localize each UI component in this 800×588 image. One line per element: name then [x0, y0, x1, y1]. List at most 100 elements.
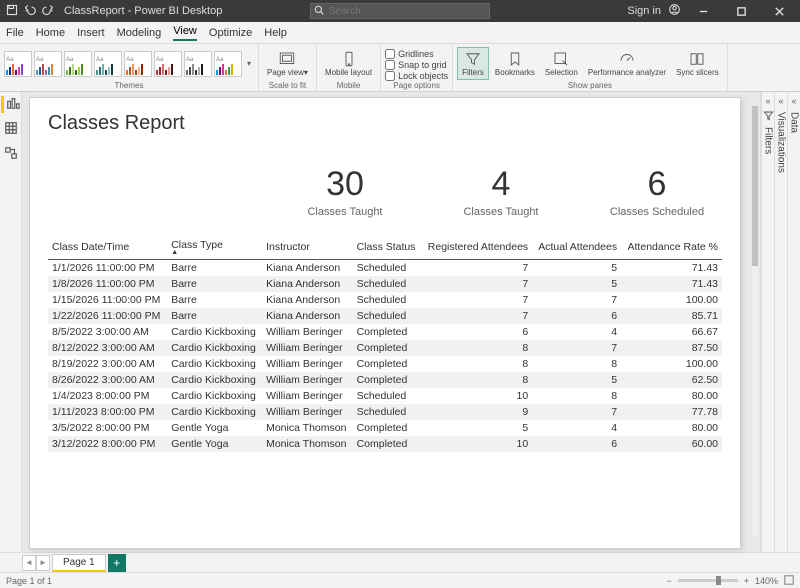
data-pane-collapsed[interactable]: « Data — [787, 92, 800, 552]
table-cell: Scheduled — [353, 404, 422, 420]
table-row[interactable]: 3/5/2022 8:00:00 PMGentle YogaMonica Tho… — [48, 420, 722, 436]
redo-icon[interactable] — [42, 4, 54, 19]
undo-icon[interactable] — [24, 4, 36, 19]
table-cell: Completed — [353, 372, 422, 388]
column-header[interactable]: Instructor — [262, 236, 353, 259]
theme-swatch[interactable]: Aa — [184, 51, 212, 77]
table-row[interactable]: 1/15/2026 11:00:00 PMBarreKiana Anderson… — [48, 292, 722, 308]
zoom-in-icon[interactable]: + — [744, 576, 749, 586]
table-cell: William Beringer — [262, 388, 353, 404]
table-cell: 5 — [532, 276, 621, 292]
performance-button[interactable]: Performance analyzer — [584, 48, 670, 80]
page-tab-1[interactable]: Page 1 — [52, 554, 106, 572]
column-header[interactable]: Class Type▲ — [167, 236, 262, 259]
menu-file[interactable]: File — [6, 27, 24, 39]
menu-home[interactable]: Home — [36, 27, 65, 39]
data-view-icon[interactable] — [4, 121, 18, 138]
table-cell: 6 — [532, 308, 621, 324]
page-view-button[interactable]: Page view▾ — [263, 48, 312, 80]
table-cell: Completed — [353, 340, 422, 356]
table-cell: 8/19/2022 3:00:00 AM — [48, 356, 167, 372]
search-input[interactable] — [310, 3, 490, 19]
theme-swatch[interactable]: Aa — [124, 51, 152, 77]
table-cell: 6 — [532, 436, 621, 452]
table-row[interactable]: 1/8/2026 11:00:00 PMBarreKiana AndersonS… — [48, 276, 722, 292]
kpi-card[interactable]: 6Classes Scheduled — [602, 165, 712, 218]
table-row[interactable]: 1/22/2026 11:00:00 PMBarreKiana Anderson… — [48, 308, 722, 324]
search-box[interactable] — [310, 3, 490, 19]
filters-pane-collapsed[interactable]: « Filters — [761, 92, 774, 552]
table-row[interactable]: 1/1/2026 11:00:00 PMBarreKiana AndersonS… — [48, 259, 722, 276]
save-icon[interactable] — [6, 4, 18, 19]
table-cell: 1/15/2026 11:00:00 PM — [48, 292, 167, 308]
selection-button[interactable]: Selection — [541, 48, 582, 80]
table-cell: William Beringer — [262, 372, 353, 388]
user-icon[interactable] — [669, 4, 680, 18]
kpi-card[interactable]: 4Classes Taught — [446, 165, 556, 218]
table-cell: William Beringer — [262, 356, 353, 372]
zoom-slider[interactable] — [678, 579, 738, 582]
table-cell: 77.78 — [621, 404, 722, 420]
menu-help[interactable]: Help — [264, 27, 287, 39]
page-info: Page 1 of 1 — [6, 576, 52, 586]
column-header[interactable]: Registered Attendees — [421, 236, 532, 259]
column-header[interactable]: Class Status — [353, 236, 422, 259]
zoom-out-icon[interactable]: − — [666, 576, 671, 586]
report-table[interactable]: Class Date/TimeClass Type▲InstructorClas… — [48, 236, 722, 452]
minimize-button[interactable] — [688, 0, 718, 22]
sync-slicers-button[interactable]: Sync slicers — [672, 48, 723, 80]
gridlines-checkbox[interactable]: Gridlines — [385, 49, 448, 59]
report-page[interactable]: Classes Report 30Classes Taught4Classes … — [30, 98, 740, 548]
bookmarks-button[interactable]: Bookmarks — [491, 48, 539, 80]
page-scroll-right[interactable]: ► — [36, 555, 50, 571]
menu-modeling[interactable]: Modeling — [117, 27, 162, 39]
table-row[interactable]: 8/5/2022 3:00:00 AMCardio KickboxingWill… — [48, 324, 722, 340]
table-cell: Scheduled — [353, 308, 422, 324]
theme-swatch[interactable]: Aa — [94, 51, 122, 77]
table-row[interactable]: 8/19/2022 3:00:00 AMCardio KickboxingWil… — [48, 356, 722, 372]
ribbon: AaAaAaAaAaAaAaAa▾ Themes Page view▾ Scal… — [0, 44, 800, 92]
model-view-icon[interactable] — [4, 146, 18, 163]
kpi-card[interactable]: 30Classes Taught — [290, 165, 400, 218]
report-view-icon[interactable] — [1, 96, 20, 113]
lock-checkbox[interactable]: Lock objects — [385, 71, 448, 81]
table-cell: 8 — [532, 388, 621, 404]
table-cell: Cardio Kickboxing — [167, 356, 262, 372]
close-button[interactable] — [764, 0, 794, 22]
table-cell: Barre — [167, 308, 262, 324]
table-row[interactable]: 8/26/2022 3:00:00 AMCardio KickboxingWil… — [48, 372, 722, 388]
add-page-button[interactable]: + — [108, 554, 126, 572]
filters-button[interactable]: Filters — [457, 47, 489, 81]
canvas-scrollbar[interactable] — [752, 106, 758, 536]
menu-view[interactable]: View — [173, 25, 197, 41]
theme-swatch[interactable]: Aa — [154, 51, 182, 77]
theme-swatch[interactable]: Aa — [4, 51, 32, 77]
signin-label[interactable]: Sign in — [627, 5, 661, 17]
column-header[interactable]: Attendance Rate % — [621, 236, 722, 259]
page-scroll-left[interactable]: ◄ — [22, 555, 36, 571]
table-row[interactable]: 3/12/2022 8:00:00 PMGentle YogaMonica Th… — [48, 436, 722, 452]
table-cell: 4 — [532, 324, 621, 340]
maximize-button[interactable] — [726, 0, 756, 22]
table-row[interactable]: 1/4/2023 8:00:00 PMCardio KickboxingWill… — [48, 388, 722, 404]
chevron-left-icon: « — [778, 96, 783, 106]
table-cell: 7 — [421, 276, 532, 292]
table-cell: Barre — [167, 276, 262, 292]
theme-swatch[interactable]: Aa — [214, 51, 242, 77]
table-row[interactable]: 8/12/2022 3:00:00 AMCardio KickboxingWil… — [48, 340, 722, 356]
theme-swatch[interactable]: Aa — [64, 51, 92, 77]
snap-checkbox[interactable]: Snap to grid — [385, 60, 448, 70]
mobile-layout-button[interactable]: Mobile layout — [321, 48, 376, 80]
menu-insert[interactable]: Insert — [77, 27, 105, 39]
visualizations-pane-collapsed[interactable]: « Visualizations — [774, 92, 787, 552]
theme-swatch[interactable]: Aa — [34, 51, 62, 77]
title-bar: ClassReport - Power BI Desktop Sign in — [0, 0, 800, 22]
themes-more[interactable]: ▾ — [244, 59, 254, 68]
column-header[interactable]: Actual Attendees — [532, 236, 621, 259]
table-cell: 8/26/2022 3:00:00 AM — [48, 372, 167, 388]
fit-page-icon[interactable] — [784, 575, 794, 587]
menu-optimize[interactable]: Optimize — [209, 27, 252, 39]
table-cell: 1/11/2023 8:00:00 PM — [48, 404, 167, 420]
column-header[interactable]: Class Date/Time — [48, 236, 167, 259]
table-row[interactable]: 1/11/2023 8:00:00 PMCardio KickboxingWil… — [48, 404, 722, 420]
